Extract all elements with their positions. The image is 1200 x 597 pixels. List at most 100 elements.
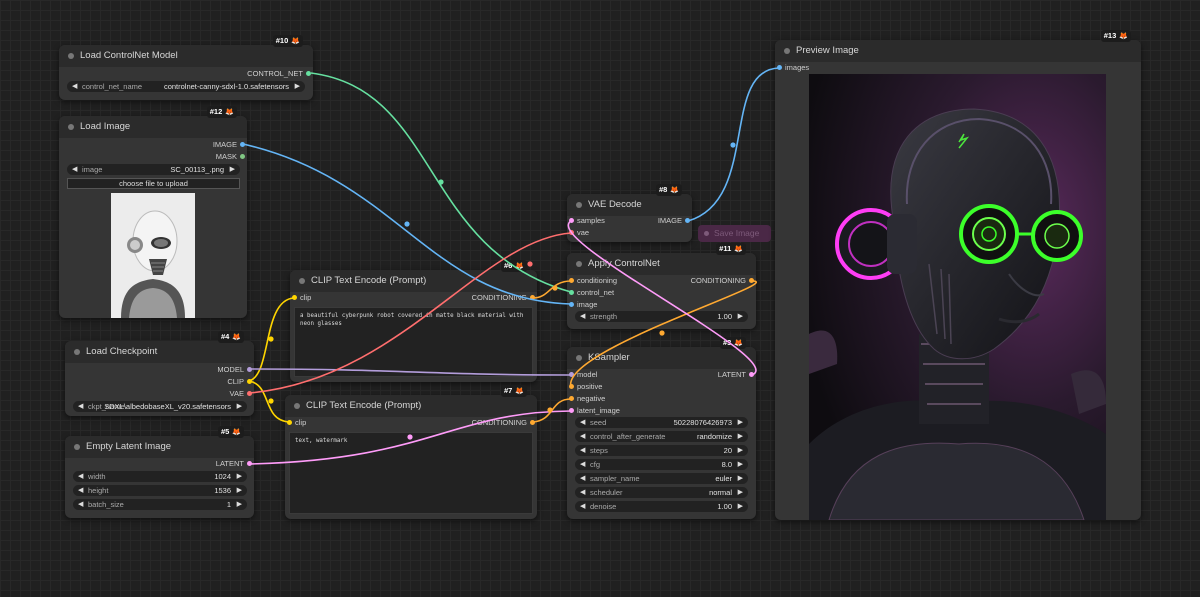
socket[interactable]: [240, 154, 245, 159]
socket[interactable]: [569, 230, 574, 235]
output-conditioning[interactable]: CONDITIONING: [691, 276, 754, 286]
arrow-right-icon[interactable]: ▶: [738, 311, 743, 322]
socket[interactable]: [777, 65, 782, 70]
empty-latent-image-node[interactable]: #5 🦊 Empty Latent Image LATENT ◀ width 10…: [65, 426, 254, 518]
save-image-node-ghost[interactable]: Save Image: [698, 225, 771, 242]
socket[interactable]: [530, 420, 535, 425]
socket[interactable]: [292, 295, 297, 300]
choose-file-button[interactable]: choose file to upload: [67, 178, 240, 189]
node-title[interactable]: VAE Decode: [567, 194, 692, 216]
control-net-name-combo[interactable]: ◀ control_net_name controlnet-canny-sdxl…: [67, 81, 305, 92]
height-number[interactable]: ◀ height 1536 ▶: [73, 485, 247, 496]
arrow-left-icon[interactable]: ◀: [72, 164, 77, 175]
input-samples[interactable]: samples: [569, 216, 605, 226]
arrow-left-icon[interactable]: ◀: [580, 445, 585, 456]
width-number[interactable]: ◀ width 1024 ▶: [73, 471, 247, 482]
load-controlnet-node[interactable]: #10 🦊 Load ControlNet Model CONTROL_NET ◀…: [59, 35, 313, 100]
ckpt-name-combo[interactable]: ◀ ckpt_name SDXL\albedobaseXL_v20.safete…: [73, 401, 247, 412]
input-conditioning[interactable]: conditioning: [569, 276, 617, 286]
input-control-net[interactable]: control_net: [569, 288, 614, 298]
arrow-left-icon[interactable]: ◀: [580, 487, 585, 498]
input-clip[interactable]: clip: [292, 293, 311, 303]
arrow-left-icon[interactable]: ◀: [78, 471, 83, 482]
output-image[interactable]: IMAGE: [213, 140, 245, 150]
steps-number[interactable]: ◀ steps 20 ▶: [575, 445, 748, 456]
output-latent[interactable]: LATENT: [718, 370, 754, 380]
arrow-right-icon[interactable]: ▶: [237, 499, 242, 510]
socket[interactable]: [247, 367, 252, 372]
arrow-left-icon[interactable]: ◀: [78, 499, 83, 510]
arrow-right-icon[interactable]: ▶: [738, 445, 743, 456]
socket[interactable]: [569, 372, 574, 377]
arrow-right-icon[interactable]: ▶: [738, 473, 743, 484]
output-conditioning[interactable]: CONDITIONING: [472, 293, 535, 303]
arrow-right-icon[interactable]: ▶: [738, 417, 743, 428]
apply-controlnet-node[interactable]: #11 🦊 Apply ControlNet conditioning contr…: [567, 243, 756, 329]
arrow-right-icon[interactable]: ▶: [738, 487, 743, 498]
node-title[interactable]: CLIP Text Encode (Prompt): [290, 270, 537, 292]
arrow-right-icon[interactable]: ▶: [738, 501, 743, 512]
socket[interactable]: [306, 71, 311, 76]
socket[interactable]: [247, 379, 252, 384]
socket[interactable]: [569, 408, 574, 413]
seed-number[interactable]: ◀ seed 50228076426973 ▶: [575, 417, 748, 428]
arrow-right-icon[interactable]: ▶: [230, 164, 235, 175]
arrow-left-icon[interactable]: ◀: [580, 431, 585, 442]
ksampler-node[interactable]: #3 🦊 KSampler model positive negative lat…: [567, 337, 756, 519]
clip-text-encode-negative-node[interactable]: #7 🦊 CLIP Text Encode (Prompt) clip CONDI…: [285, 385, 537, 519]
input-vae[interactable]: vae: [569, 228, 589, 238]
output-clip[interactable]: CLIP: [227, 377, 252, 387]
positive-prompt-textarea[interactable]: a beautiful cyberpunk robot covered in m…: [294, 307, 533, 377]
node-title[interactable]: Preview Image: [775, 40, 1141, 62]
clip-text-encode-positive-node[interactable]: #6 🦊 CLIP Text Encode (Prompt) clip CONDI…: [290, 260, 537, 382]
input-negative[interactable]: negative: [569, 394, 605, 404]
scheduler-combo[interactable]: ◀ scheduler normal ▶: [575, 487, 748, 498]
input-clip[interactable]: clip: [287, 418, 306, 428]
load-checkpoint-node[interactable]: #4 🦊 Load Checkpoint MODEL CLIP VAE ◀ ckp…: [65, 331, 254, 416]
socket[interactable]: [240, 142, 245, 147]
arrow-left-icon[interactable]: ◀: [580, 473, 585, 484]
arrow-left-icon[interactable]: ◀: [580, 417, 585, 428]
socket[interactable]: [749, 278, 754, 283]
arrow-left-icon[interactable]: ◀: [580, 459, 585, 470]
image-combo[interactable]: ◀ image SC_00113_.png ▶: [67, 164, 240, 175]
output-vae[interactable]: VAE: [230, 389, 252, 399]
input-latent-image[interactable]: latent_image: [569, 406, 620, 416]
output-image[interactable]: IMAGE: [658, 216, 690, 226]
batch-size-number[interactable]: ◀ batch_size 1 ▶: [73, 499, 247, 510]
node-title[interactable]: KSampler: [567, 347, 756, 369]
output-control-net[interactable]: CONTROL_NET: [247, 69, 311, 79]
arrow-right-icon[interactable]: ▶: [237, 471, 242, 482]
node-title[interactable]: Apply ControlNet: [567, 253, 756, 275]
node-title[interactable]: Load Checkpoint: [65, 341, 254, 363]
socket[interactable]: [287, 420, 292, 425]
input-positive[interactable]: positive: [569, 382, 602, 392]
input-images[interactable]: images: [777, 63, 809, 73]
socket[interactable]: [569, 396, 574, 401]
denoise-slider[interactable]: ◀ denoise 1.00 ▶: [575, 501, 748, 512]
arrow-right-icon[interactable]: ▶: [295, 81, 300, 92]
socket[interactable]: [685, 218, 690, 223]
vae-decode-node[interactable]: #8 🦊 VAE Decode samples vae IMAGE: [567, 184, 692, 242]
socket[interactable]: [569, 290, 574, 295]
arrow-left-icon[interactable]: ◀: [72, 81, 77, 92]
socket[interactable]: [247, 391, 252, 396]
arrow-right-icon[interactable]: ▶: [738, 459, 743, 470]
input-model[interactable]: model: [569, 370, 597, 380]
socket[interactable]: [530, 295, 535, 300]
arrow-right-icon[interactable]: ▶: [237, 485, 242, 496]
output-latent[interactable]: LATENT: [216, 459, 252, 469]
socket[interactable]: [749, 372, 754, 377]
control-after-generate-combo[interactable]: ◀ control_after_generate randomize ▶: [575, 431, 748, 442]
output-conditioning[interactable]: CONDITIONING: [472, 418, 535, 428]
arrow-right-icon[interactable]: ▶: [237, 401, 242, 412]
arrow-left-icon[interactable]: ◀: [78, 485, 83, 496]
node-title[interactable]: Load Image: [59, 116, 247, 138]
preview-image-node[interactable]: #13 🦊 Preview Image images: [775, 30, 1141, 520]
arrow-right-icon[interactable]: ▶: [738, 431, 743, 442]
socket[interactable]: [569, 218, 574, 223]
socket[interactable]: [569, 302, 574, 307]
node-title[interactable]: Load ControlNet Model: [59, 45, 313, 67]
negative-prompt-textarea[interactable]: text, watermark: [289, 432, 533, 514]
output-model[interactable]: MODEL: [217, 365, 252, 375]
